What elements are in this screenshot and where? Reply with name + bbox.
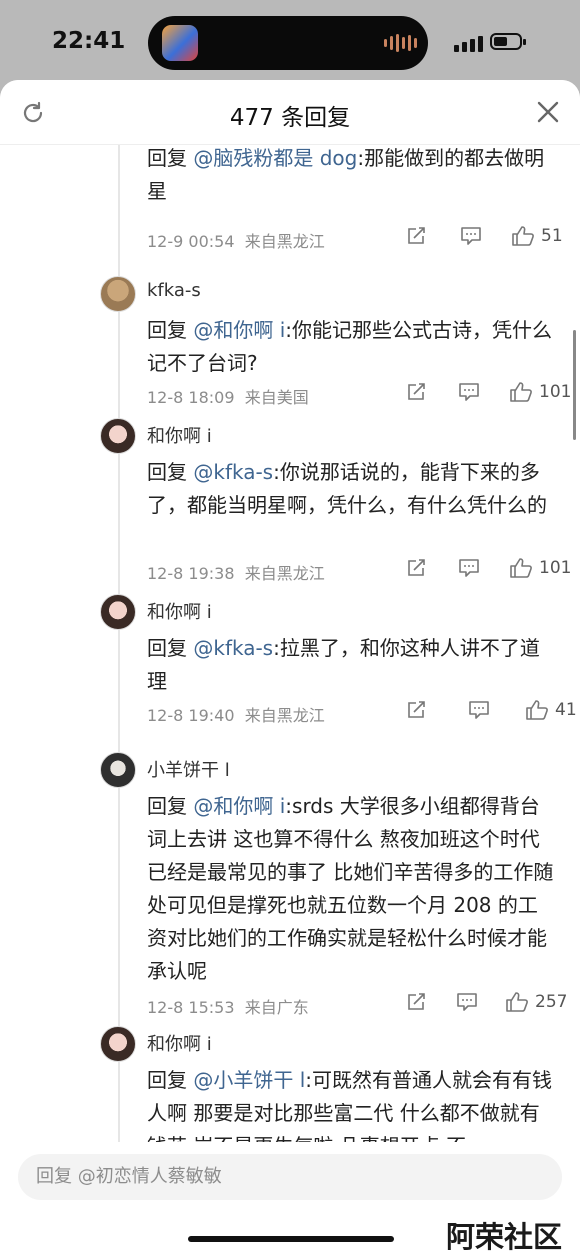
comment-icon[interactable] (467, 699, 491, 721)
mention-link[interactable]: @脑残粉都是 dog (193, 146, 357, 170)
reply-username[interactable]: 和你啊 i (147, 1030, 212, 1056)
replies-sheet: 477 条回复 回复 @脑残粉都是 dog:那能做到的都去做明星 12-9 00… (0, 80, 580, 1257)
reply-actions: 51 (405, 225, 563, 247)
battery-icon (490, 33, 526, 50)
avatar[interactable] (100, 752, 136, 788)
share-icon[interactable] (405, 381, 429, 403)
mention-link[interactable]: @kfka-s (193, 636, 273, 660)
reply-actions: 101 (405, 557, 571, 579)
reply-meta: 12-8 19:38 来自黑龙江 (147, 564, 325, 583)
like-count: 41 (555, 700, 577, 720)
comment-icon[interactable] (457, 381, 481, 403)
like-count: 101 (539, 558, 572, 578)
watermark: 阿荣社区 (446, 1220, 563, 1254)
reply-username[interactable]: kfka-s (147, 280, 201, 301)
reply-meta: 12-8 19:40 来自黑龙江 (147, 706, 325, 725)
share-icon[interactable] (405, 557, 429, 579)
avatar[interactable] (100, 418, 136, 454)
like-icon[interactable] (509, 557, 533, 579)
share-icon[interactable] (405, 699, 429, 721)
reply-list[interactable]: 回复 @脑残粉都是 dog:那能做到的都去做明星 12-9 00:54 来自黑龙… (0, 144, 580, 1144)
reply-meta: 12-8 18:09 来自美国 (147, 388, 309, 407)
like-count: 51 (541, 226, 563, 246)
reply-content: 回复 @和你啊 i:srds 大学很多小组都得背台词上去讲 这也算不得什么 熬夜… (147, 794, 554, 983)
mention-link[interactable]: @小羊饼干 l (193, 1068, 305, 1092)
mention-link[interactable]: @和你啊 i (193, 794, 285, 818)
close-icon[interactable] (536, 100, 560, 124)
reply-username[interactable]: 和你啊 i (147, 598, 212, 624)
comment-icon[interactable] (457, 557, 481, 579)
like-icon[interactable] (525, 699, 549, 721)
reply-actions: 101 (405, 381, 571, 403)
reply-actions: 41 (405, 699, 577, 721)
like-count: 257 (535, 992, 568, 1012)
avatar[interactable] (100, 276, 136, 312)
comment-icon[interactable] (455, 991, 479, 1013)
like-icon[interactable] (511, 225, 535, 247)
mention-link[interactable]: @kfka-s (193, 460, 273, 484)
reply-content: 回复 @小羊饼干 l:可既然有普通人就会有有钱人啊 那要是对比那些富二代 什么都… (147, 1068, 553, 1144)
reply-meta: 12-9 00:54 来自黑龙江 (147, 232, 325, 251)
reply-input[interactable]: 回复 @初恋情人蔡敏敏 (18, 1154, 562, 1200)
signal-icon (454, 36, 483, 52)
audio-wave-icon (384, 33, 417, 53)
avatar[interactable] (100, 594, 136, 630)
mention-link[interactable]: @和你啊 i (193, 318, 285, 342)
scroll-indicator[interactable] (573, 330, 576, 440)
comment-icon[interactable] (459, 225, 483, 247)
sheet-header: 477 条回复 (0, 80, 580, 145)
reply-username[interactable]: 和你啊 i (147, 422, 212, 448)
reply-content: 回复 @kfka-s:拉黑了，和你这种人讲不了道理 (147, 636, 540, 693)
reply-content: 回复 @kfka-s:你说那话说的，能背下来的多了，都能当明星啊，凭什么，有什么… (147, 460, 547, 517)
status-time: 22:41 (52, 28, 126, 54)
dynamic-island (148, 16, 428, 70)
home-indicator[interactable] (188, 1236, 394, 1242)
share-icon[interactable] (405, 991, 429, 1013)
status-bar: 22:41 (0, 0, 580, 84)
like-count: 101 (539, 382, 572, 402)
reply-actions: 257 (405, 991, 567, 1013)
like-icon[interactable] (505, 991, 529, 1013)
reply-content: 回复 @和你啊 i:你能记那些公式古诗，凭什么记不了台词? (147, 318, 553, 375)
reply-content: 回复 @脑残粉都是 dog:那能做到的都去做明星 (147, 146, 545, 203)
share-icon[interactable] (405, 225, 429, 247)
avatar[interactable] (100, 1026, 136, 1062)
app-icon (162, 25, 198, 61)
reply-username[interactable]: 小羊饼干 l (147, 756, 230, 782)
like-icon[interactable] (509, 381, 533, 403)
reply-meta: 12-8 15:53 来自广东 (147, 998, 309, 1017)
replies-count-title: 477 条回复 (229, 105, 351, 131)
